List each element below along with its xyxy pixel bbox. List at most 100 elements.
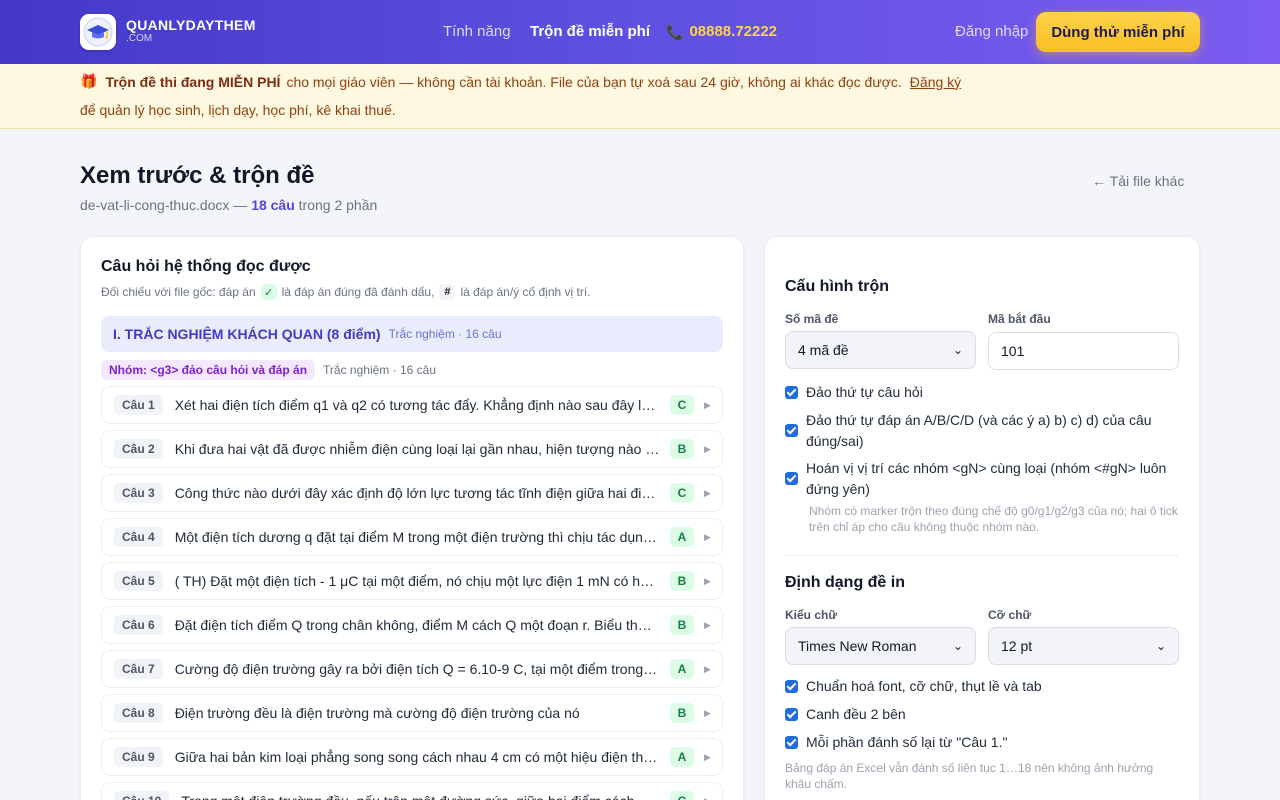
print-format-title: Định dạng đề in — [785, 574, 905, 591]
checkbox-checked-icon[interactable] — [785, 472, 798, 485]
question-text: Cường độ điện trường gây ra bởi điện tíc… — [174, 661, 660, 677]
questions-card-title: Câu hỏi hệ thống đọc được — [101, 258, 311, 275]
option-permute-groups[interactable]: Hoán vị vị trí các nhóm <gN> cùng loại (… — [785, 458, 1175, 500]
caret-right-icon[interactable]: ▶ — [704, 708, 712, 719]
option-label: Canh đều 2 bên — [806, 706, 906, 722]
question-text: Xét hai điện tích điểm q1 và q2 có tương… — [174, 397, 660, 413]
caret-right-icon[interactable]: ▶ — [704, 796, 712, 800]
question-row[interactable]: Câu 5 ( TH) Đặt một điện tích - 1 μC tại … — [101, 562, 723, 600]
size-label: Cỡ chữ — [988, 608, 1032, 622]
checkbox-checked-icon[interactable] — [785, 680, 798, 693]
question-row[interactable]: Câu 2 Khi đưa hai vật đã được nhiễm điện … — [101, 430, 723, 468]
page-subtitle: de-vat-li-cong-thuc.docx — 18 câu trong … — [80, 197, 377, 213]
caret-right-icon[interactable]: ▶ — [704, 664, 712, 675]
group-note: Nhóm có marker trộn theo đúng chế độ g0/… — [809, 504, 1178, 534]
start-code-input[interactable]: 101 — [988, 332, 1179, 370]
question-row[interactable]: Câu 4 Một điện tích dương q đặt tại điểm … — [101, 518, 723, 556]
correct-answer-badge: A — [670, 747, 694, 767]
brand-logo[interactable]: QUANLYDAYTHEM .COM — [126, 17, 256, 45]
start-code-label: Mã bắt đầu — [988, 312, 1051, 326]
question-number: Câu 10 — [114, 791, 170, 800]
caret-right-icon[interactable]: ▶ — [704, 488, 712, 499]
correct-answer-badge: B — [670, 439, 694, 459]
option-normalize[interactable]: Chuẩn hoá font, cỡ chữ, thụt lề và tab — [785, 676, 1180, 697]
checkbox-checked-icon[interactable] — [785, 424, 798, 437]
checkbox-checked-icon[interactable] — [785, 708, 798, 721]
question-row[interactable]: Câu 7 Cường độ điện trường gây ra bởi điệ… — [101, 650, 723, 688]
caret-right-icon[interactable]: ▶ — [704, 752, 712, 763]
option-renumber[interactable]: Mỗi phần đánh số lại từ "Câu 1." — [785, 732, 1180, 753]
parts-count: trong 2 phần — [298, 197, 378, 213]
question-text: Giữa hai bản kim loại phẳng song song cá… — [174, 749, 660, 765]
caret-right-icon[interactable]: ▶ — [704, 620, 712, 631]
section-meta: Trắc nghiệm · 16 câu — [388, 327, 502, 341]
question-text: Công thức nào dưới đây xác định độ lớn l… — [174, 485, 660, 501]
question-text: Điện trường đều là điện trường mà cường … — [174, 705, 580, 721]
brand-domain: .COM — [126, 33, 153, 44]
font-label: Kiểu chữ — [785, 608, 838, 622]
caret-right-icon[interactable]: ▶ — [704, 532, 712, 543]
option-label: Đảo thứ tự đáp án A/B/C/D (và các ý a) b… — [806, 412, 1152, 449]
question-row[interactable]: Câu 10 Trong một điện trường đều, nếu trê… — [101, 782, 723, 800]
question-row[interactable]: Câu 1 Xét hai điện tích điểm q1 và q2 có … — [101, 386, 723, 424]
nav-features[interactable]: Tính năng — [443, 23, 511, 41]
size-value: 12 pt — [1001, 638, 1033, 654]
upload-other-file-link[interactable]: ← Tải file khác — [1092, 173, 1184, 189]
questions-card-description: Đối chiếu với file gốc: đáp án ✓ là đáp … — [101, 284, 591, 300]
num-codes-label: Số mã đề — [785, 312, 839, 326]
question-number: Câu 1 — [114, 395, 163, 415]
question-row[interactable]: Câu 6 Đặt điện tích điểm Q trong chân khô… — [101, 606, 723, 644]
free-trial-button[interactable]: Dùng thử miễn phí — [1036, 12, 1200, 52]
checkbox-checked-icon[interactable] — [785, 386, 798, 399]
divider — [785, 555, 1179, 556]
caret-right-icon[interactable]: ▶ — [704, 444, 712, 455]
question-number: Câu 9 — [114, 747, 163, 767]
question-row[interactable]: Câu 8 Điện trường đều là điện trường mà c… — [101, 694, 723, 732]
correct-answer-badge: C — [670, 395, 694, 415]
register-link[interactable]: Đăng ký — [910, 74, 961, 90]
num-codes-select[interactable]: 4 mã đề ⌄ — [785, 331, 976, 369]
desc-text-1: Đối chiếu với file gốc: đáp án — [101, 285, 256, 299]
hash-icon: # — [439, 284, 456, 300]
font-select[interactable]: Times New Roman ⌄ — [785, 627, 976, 665]
option-shuffle-answers[interactable]: Đảo thứ tự đáp án A/B/C/D (và các ý a) b… — [785, 410, 1160, 452]
correct-answer-badge: A — [670, 659, 694, 679]
option-label: Chuẩn hoá font, cỡ chữ, thụt lề và tab — [806, 678, 1042, 694]
file-name: de-vat-li-cong-thuc.docx — — [80, 197, 248, 213]
desc-text-2: là đáp án đúng đã đánh dấu, — [281, 285, 435, 299]
logo-icon[interactable] — [80, 14, 116, 50]
gift-icon: 🎁 — [80, 73, 98, 89]
nav-free-mix[interactable]: Trộn đề miễn phí — [530, 23, 650, 41]
question-count: 18 câu — [251, 197, 295, 213]
promo-banner-line2: để quản lý học sinh, lịch dạy, học phí, … — [80, 102, 396, 118]
question-text: Đặt điện tích điểm Q trong chân không, đ… — [174, 617, 660, 633]
question-number: Câu 7 — [114, 659, 163, 679]
phone-icon: 📞 — [666, 24, 684, 40]
question-row[interactable]: Câu 3 Công thức nào dưới đây xác định độ … — [101, 474, 723, 512]
caret-right-icon[interactable]: ▶ — [704, 576, 712, 587]
nav-phone[interactable]: 📞 08888.72222 — [666, 23, 777, 41]
option-shuffle-questions[interactable]: Đảo thứ tự câu hỏi — [785, 382, 1180, 403]
option-justify[interactable]: Canh đều 2 bên — [785, 704, 1180, 725]
option-label: Mỗi phần đánh số lại từ "Câu 1." — [806, 734, 1008, 750]
group-row: Nhóm: <g3> đảo câu hỏi và đáp án Trắc ng… — [101, 360, 436, 380]
question-text: ( TH) Đặt một điện tích - 1 μC tại một đ… — [174, 573, 660, 589]
question-row[interactable]: Câu 9 Giữa hai bản kim loại phẳng song so… — [101, 738, 723, 776]
caret-right-icon[interactable]: ▶ — [704, 400, 712, 411]
chevron-down-icon: ⌄ — [1155, 639, 1166, 653]
checkbox-checked-icon[interactable] — [785, 736, 798, 749]
question-list: Câu 1 Xét hai điện tích điểm q1 và q2 có … — [101, 386, 723, 800]
section-title: I. TRẮC NGHIỆM KHÁCH QUAN (8 điểm) — [113, 326, 381, 342]
page-title: Xem trước & trộn đề — [80, 162, 315, 189]
phone-number: 08888.72222 — [689, 23, 778, 40]
login-link[interactable]: Đăng nhập — [955, 23, 1028, 41]
correct-answer-badge: B — [670, 615, 694, 635]
group-meta: Trắc nghiệm · 16 câu — [323, 363, 436, 377]
start-code-value: 101 — [1001, 343, 1025, 359]
promo-banner-line: 🎁 Trộn đề thi đang MIỄN PHÍ cho mọi giáo… — [80, 73, 961, 90]
font-value: Times New Roman — [798, 638, 917, 654]
size-select[interactable]: 12 pt ⌄ — [988, 627, 1179, 665]
correct-answer-badge: A — [670, 527, 694, 547]
group-badge: Nhóm: <g3> đảo câu hỏi và đáp án — [101, 360, 316, 380]
section-header[interactable]: I. TRẮC NGHIỆM KHÁCH QUAN (8 điểm) Trắc … — [101, 316, 723, 352]
